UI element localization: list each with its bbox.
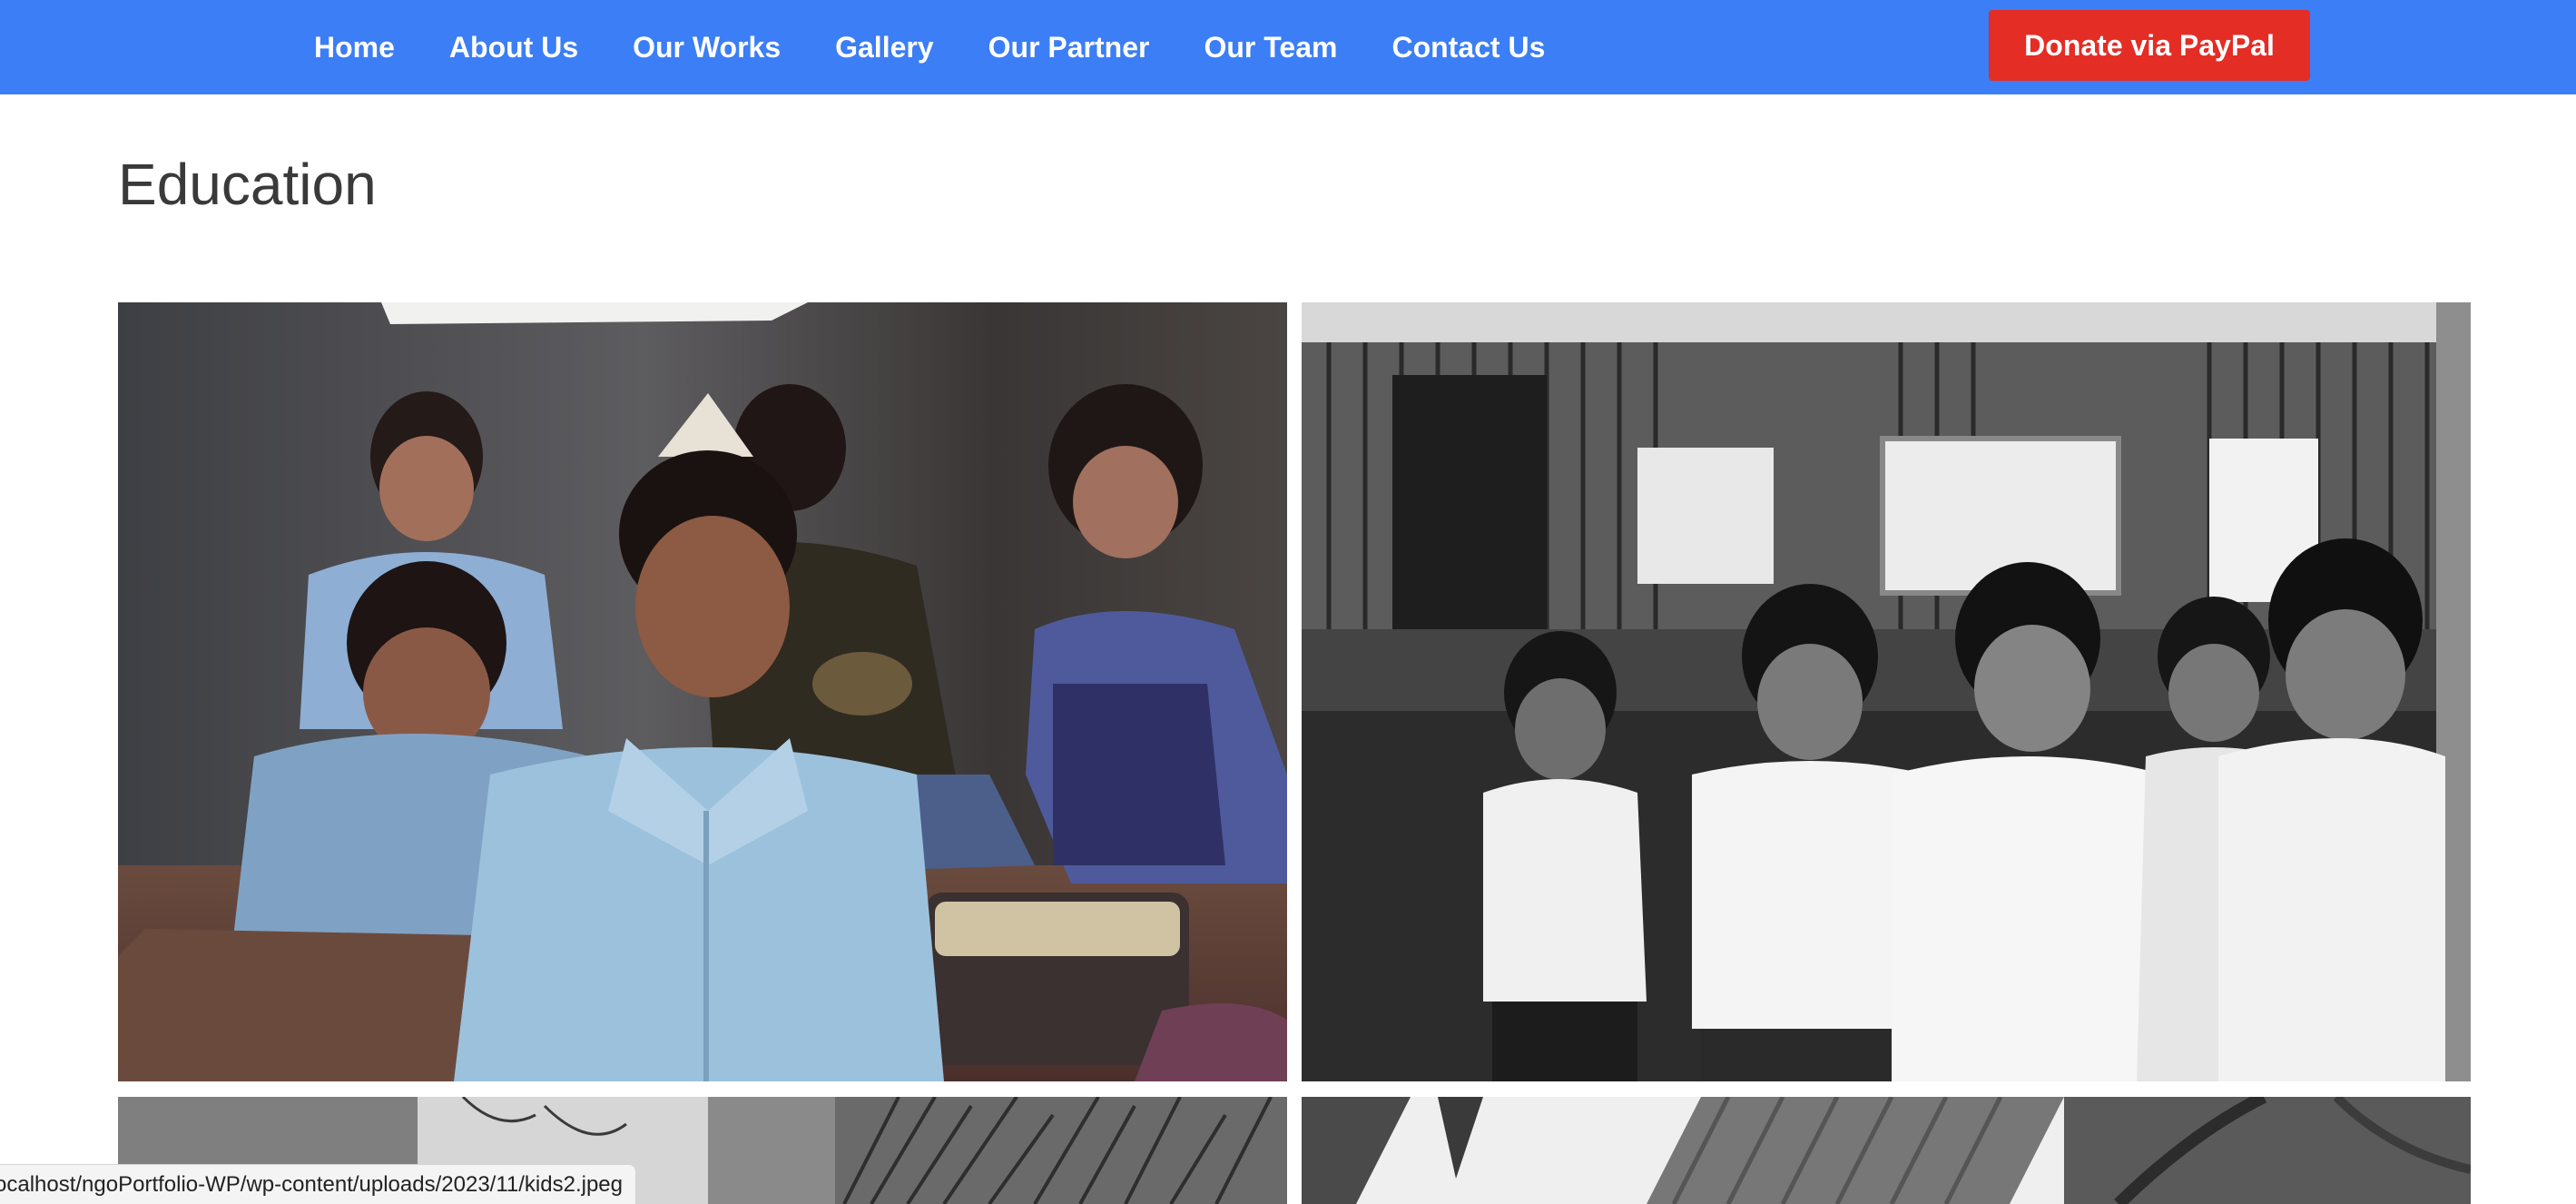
nav-gallery[interactable]: Gallery xyxy=(835,31,934,64)
nav-our-works[interactable]: Our Works xyxy=(633,31,781,64)
nav-about-us[interactable]: About Us xyxy=(449,31,578,64)
main-nav: Home About Us Our Works Gallery Our Part… xyxy=(314,0,1545,94)
children-classroom-image xyxy=(118,302,1287,1081)
page-title: Education xyxy=(118,152,377,217)
children-uniform-bw-photo[interactable] xyxy=(1302,302,2471,1081)
nav-our-partner[interactable]: Our Partner xyxy=(988,31,1150,64)
status-bar-url: ocalhost/ngoPortfolio-WP/wp-content/uplo… xyxy=(0,1171,623,1197)
nav-contact-us[interactable]: Contact Us xyxy=(1391,31,1545,64)
children-uniform-bw-image xyxy=(1302,302,2471,1081)
roof-sheet-bw-image xyxy=(1302,1097,2471,1204)
top-navbar: Home About Us Our Works Gallery Our Part… xyxy=(0,0,2576,94)
browser-status-bar: ocalhost/ngoPortfolio-WP/wp-content/uplo… xyxy=(0,1164,636,1204)
nav-home[interactable]: Home xyxy=(314,31,395,64)
nav-our-team[interactable]: Our Team xyxy=(1204,31,1337,64)
roof-sheet-bw-photo[interactable] xyxy=(1302,1097,2471,1204)
donate-paypal-button[interactable]: Donate via PayPal xyxy=(1989,10,2310,81)
children-classroom-photo[interactable] xyxy=(118,302,1287,1081)
